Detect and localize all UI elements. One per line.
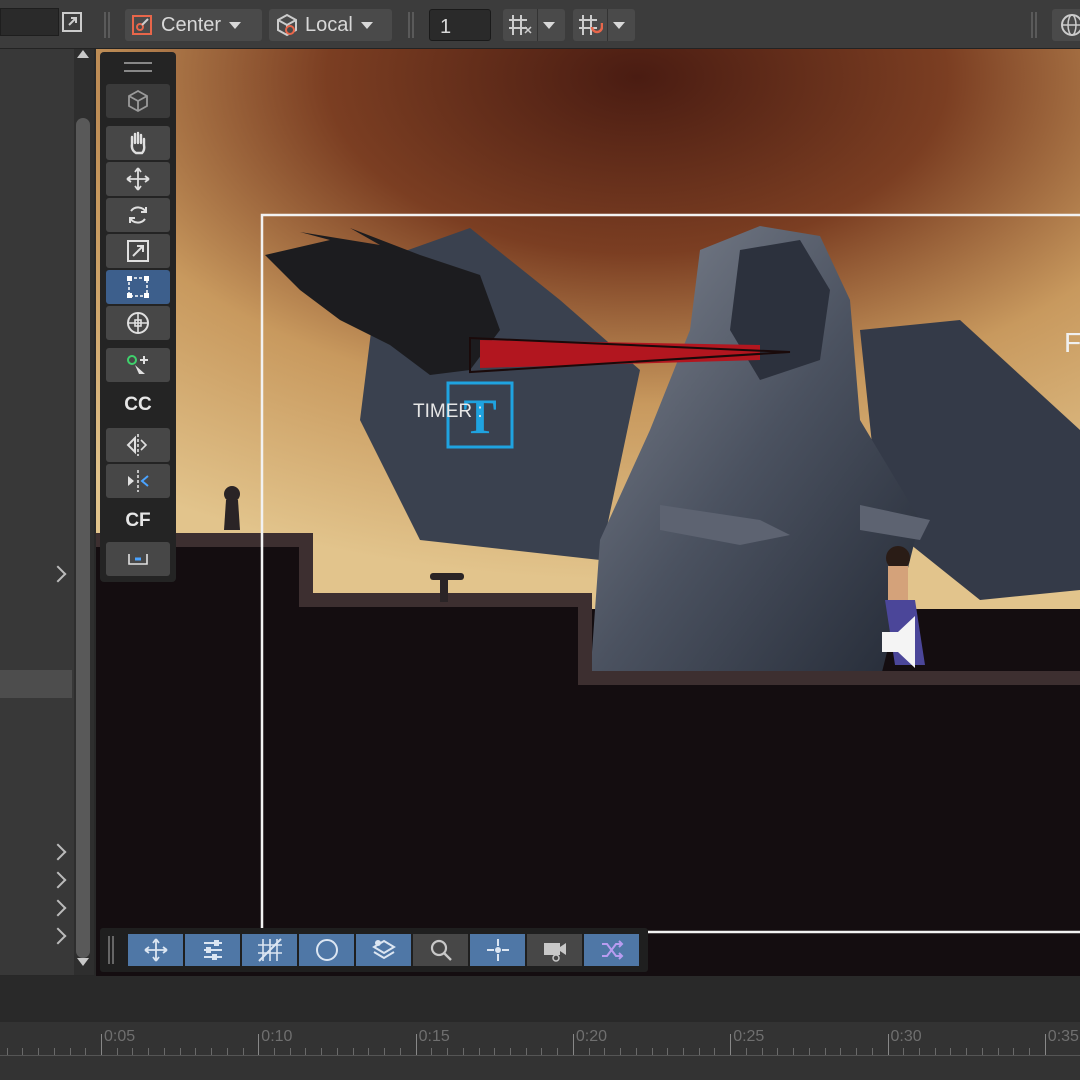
grid-icon bbox=[257, 938, 282, 962]
globe-icon bbox=[1061, 14, 1080, 36]
align-bottom-icon bbox=[128, 554, 148, 565]
scene-overlay-toolbar bbox=[100, 928, 648, 972]
mirror-icon bbox=[126, 434, 148, 456]
overlay-grip[interactable] bbox=[124, 62, 152, 72]
timeline-major-tick bbox=[101, 1034, 102, 1056]
search-icon bbox=[430, 939, 452, 961]
timeline-tick-label: 0:25 bbox=[733, 1028, 765, 1045]
camera-icon bbox=[543, 943, 566, 962]
game-scene-render: T bbox=[96, 49, 1080, 976]
timeline-ruler[interactable]: 0:05 0:10 0:15 0:20 0:25 0:30 0:35 bbox=[0, 1022, 1080, 1080]
scrollbar-thumb[interactable] bbox=[76, 118, 90, 958]
pivot-icon bbox=[132, 15, 152, 35]
view-cube-button[interactable] bbox=[106, 84, 170, 118]
increment-snap-dropdown[interactable] bbox=[573, 9, 635, 41]
layers-icon bbox=[371, 939, 396, 960]
timeline-tick-label: 0:15 bbox=[418, 1028, 450, 1045]
scene-toolbar: Center Local 1 bbox=[0, 0, 1080, 49]
search-scene-button[interactable] bbox=[413, 934, 468, 966]
shuffle-button[interactable] bbox=[584, 934, 639, 966]
sliders-icon bbox=[203, 940, 222, 960]
hierarchy-selected-row[interactable] bbox=[0, 670, 72, 698]
timeline-header bbox=[0, 976, 1080, 1022]
gizmo-icon bbox=[486, 939, 509, 961]
transform-icon bbox=[127, 312, 149, 334]
hand-icon bbox=[130, 131, 146, 155]
search-field[interactable] bbox=[0, 8, 59, 36]
rect-transform-icon bbox=[127, 276, 149, 298]
chevron-down-icon bbox=[229, 21, 242, 29]
chevron-down-icon[interactable] bbox=[607, 9, 630, 41]
timeline-major-tick bbox=[887, 1034, 889, 1056]
pivot-dropdown[interactable]: Center bbox=[125, 9, 262, 41]
chevron-down-icon[interactable] bbox=[537, 9, 560, 41]
shuffle-icon bbox=[601, 940, 623, 960]
gizmos-button[interactable] bbox=[470, 934, 525, 966]
layers-toggle-button[interactable] bbox=[356, 934, 411, 966]
toolbar-grip[interactable] bbox=[104, 12, 110, 38]
move-tool-button[interactable] bbox=[106, 162, 170, 196]
scale-icon bbox=[127, 240, 149, 262]
timeline-tick-label: 0:35 bbox=[1047, 1028, 1079, 1045]
maximize-icon[interactable] bbox=[58, 8, 86, 36]
timeline-baseline bbox=[0, 1055, 1080, 1056]
tools-overlay: CC CF bbox=[100, 52, 176, 582]
timeline-major-tick bbox=[258, 1034, 260, 1056]
lighting-toggle-button[interactable] bbox=[299, 934, 354, 966]
split-tool-button[interactable] bbox=[106, 464, 170, 498]
space-label: Local bbox=[305, 13, 353, 36]
align-tool-button[interactable] bbox=[106, 542, 170, 576]
timeline-major-tick bbox=[415, 1034, 417, 1056]
moon-icon bbox=[315, 939, 338, 961]
camera-view-button[interactable] bbox=[527, 934, 582, 966]
snap-magnet-icon[interactable] bbox=[573, 9, 607, 41]
custom-tool-button[interactable] bbox=[106, 348, 170, 382]
timeline-major-tick bbox=[1044, 1034, 1046, 1056]
rotate-tool-button[interactable] bbox=[106, 198, 170, 232]
timeline-tick-label: 0:10 bbox=[261, 1028, 293, 1045]
scene-text-label: F bbox=[1064, 327, 1080, 358]
toolbar-grip[interactable] bbox=[408, 12, 414, 38]
cube-icon bbox=[128, 89, 148, 113]
scene-view[interactable]: T TIMER : F bbox=[96, 49, 1080, 976]
rect-tool-button[interactable] bbox=[106, 270, 170, 304]
timer-label: TIMER : bbox=[413, 401, 483, 422]
pivot-label: Center bbox=[161, 13, 222, 36]
timeline-major-tick bbox=[572, 1034, 574, 1056]
split-icon bbox=[128, 470, 149, 492]
rotate-icon bbox=[129, 206, 147, 224]
flip-tool-button[interactable] bbox=[106, 428, 170, 462]
timeline-major-tick bbox=[730, 1034, 732, 1056]
move-icon bbox=[126, 167, 150, 191]
grid-toggle-button[interactable] bbox=[242, 934, 297, 966]
scale-tool-button[interactable] bbox=[106, 234, 170, 268]
grid-snap-dropdown[interactable] bbox=[503, 9, 565, 41]
hand-tool-button[interactable] bbox=[106, 126, 170, 160]
cc-button[interactable]: CC bbox=[106, 388, 170, 422]
transform-tool-button[interactable] bbox=[106, 306, 170, 340]
timeline-tick-label: 0:30 bbox=[890, 1028, 922, 1045]
timeline-tick-label: 0:20 bbox=[575, 1028, 608, 1045]
chevron-down-icon bbox=[360, 21, 373, 29]
add-point-icon bbox=[127, 355, 148, 374]
scroll-up-icon[interactable] bbox=[77, 50, 89, 58]
scroll-down-icon[interactable] bbox=[77, 958, 89, 966]
grid-snap-icon[interactable] bbox=[503, 9, 537, 41]
timeline-tick-label: 0:05 bbox=[104, 1028, 136, 1045]
local-cube-icon bbox=[277, 13, 297, 37]
cf-button[interactable]: CF bbox=[106, 504, 170, 538]
toolbar-grip[interactable] bbox=[1031, 12, 1037, 38]
globe-button[interactable] bbox=[1052, 9, 1080, 41]
overlay-grip[interactable] bbox=[108, 936, 114, 964]
settings-sliders-button[interactable] bbox=[185, 934, 240, 966]
move-icon bbox=[143, 938, 168, 962]
move-mode-button[interactable] bbox=[128, 934, 183, 966]
space-dropdown[interactable]: Local bbox=[269, 9, 392, 41]
grid-increment-input[interactable]: 1 bbox=[429, 9, 491, 41]
